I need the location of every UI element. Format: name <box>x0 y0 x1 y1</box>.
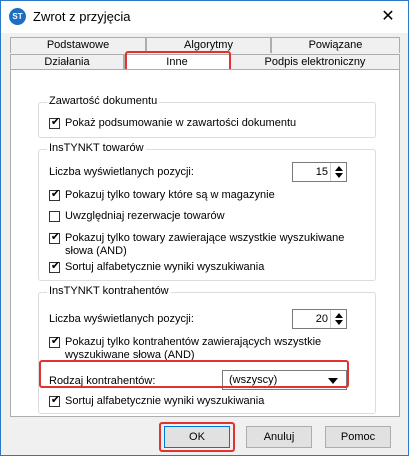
contractor-sort-label: Sortuj alfabetycznie wyniki wyszukiwania <box>65 395 265 407</box>
tab-podpis-elektroniczny[interactable]: Podpis elektroniczny <box>230 54 400 70</box>
group-title: InsTYNKT towarów <box>47 142 146 154</box>
group-document-content: Zawartość dokumentu ✔ Pokaż podsumowanie… <box>38 95 376 138</box>
product-count-spinner[interactable]: 15 <box>292 162 347 182</box>
cancel-button[interactable]: Anuluj <box>246 426 312 448</box>
product-sort-checkbox[interactable]: ✔ <box>49 260 61 273</box>
reservations-label: Uwzględniaj rezerwacje towarów <box>65 210 225 222</box>
show-summary-label: Pokaż podsumowanie w zawartości dokument… <box>65 117 297 129</box>
close-icon[interactable]: ✕ <box>378 7 398 27</box>
contractor-type-value: (wszyscy) <box>229 374 278 386</box>
contractor-type-select[interactable]: (wszyscy) <box>222 370 347 390</box>
tab-panel-inne: Zawartość dokumentu ✔ Pokaż podsumowanie… <box>10 69 400 417</box>
arrow-down-icon[interactable] <box>335 173 343 178</box>
product-count-label: Liczba wyświetlanych pozycji: <box>49 166 194 178</box>
spinner-arrows[interactable] <box>330 310 346 328</box>
ok-button[interactable]: OK <box>164 426 230 448</box>
title-bar: ST Zwrot z przyjęcia ✕ <box>1 1 408 33</box>
tab-row-2: Działania Inne Podpis elektroniczny <box>10 54 400 71</box>
contractor-sort-checkbox[interactable]: ✔ <box>49 394 61 407</box>
arrow-up-icon[interactable] <box>335 166 343 171</box>
group-title: InsTYNKT kontrahentów <box>47 285 171 297</box>
app-logo-icon: ST <box>9 8 26 25</box>
arrow-up-icon[interactable] <box>335 313 343 318</box>
chevron-down-icon[interactable] <box>328 378 338 384</box>
only-in-stock-label: Pokazuj tylko towary które są w magazyni… <box>65 189 275 201</box>
product-count-value: 15 <box>315 166 328 178</box>
reservations-checkbox[interactable] <box>49 211 60 222</box>
spinner-arrows[interactable] <box>330 163 346 181</box>
group-title: Zawartość dokumentu <box>47 95 160 107</box>
check-icon: ✔ <box>50 188 61 200</box>
product-all-words-label-1: Pokazuj tylko towary zawierające wszystk… <box>65 232 345 244</box>
help-button[interactable]: Pomoc <box>325 426 391 448</box>
group-product-search: InsTYNKT towarów Liczba wyświetlanych po… <box>38 142 376 281</box>
tab-podstawowe[interactable]: Podstawowe <box>10 37 146 53</box>
group-contractor-search: InsTYNKT kontrahentów Liczba wyświetlany… <box>38 285 376 414</box>
check-icon: ✔ <box>50 116 61 128</box>
product-all-words-label-2: słowa (AND) <box>65 245 127 257</box>
tab-dzialania[interactable]: Działania <box>10 54 124 70</box>
arrow-down-icon[interactable] <box>335 320 343 325</box>
show-summary-checkbox[interactable]: ✔ <box>49 116 61 129</box>
contractor-count-label: Liczba wyświetlanych pozycji: <box>49 313 194 325</box>
tab-algorytmy[interactable]: Algorytmy <box>146 37 271 53</box>
product-sort-label: Sortuj alfabetycznie wyniki wyszukiwania <box>65 261 265 273</box>
only-in-stock-checkbox[interactable]: ✔ <box>49 188 61 201</box>
contractor-all-words-label-1: Pokazuj tylko kontrahentów zawierających… <box>65 336 322 348</box>
tab-row-1: Podstawowe Algorytmy Powiązane <box>10 37 400 53</box>
contractor-all-words-checkbox[interactable]: ✔ <box>49 335 61 348</box>
window-title: Zwrot z przyjęcia <box>33 9 131 24</box>
check-icon: ✔ <box>50 394 61 406</box>
product-all-words-checkbox[interactable]: ✔ <box>49 231 61 244</box>
check-icon: ✔ <box>50 335 61 347</box>
contractor-count-value: 20 <box>315 313 328 325</box>
tab-powiazane[interactable]: Powiązane <box>271 37 400 53</box>
check-icon: ✔ <box>50 231 61 243</box>
contractor-type-label: Rodzaj kontrahentów: <box>49 375 156 387</box>
contractor-count-spinner[interactable]: 20 <box>292 309 347 329</box>
check-icon: ✔ <box>50 260 61 272</box>
dialog-window: ST Zwrot z przyjęcia ✕ Podstawowe Algory… <box>0 0 409 456</box>
contractor-all-words-label-2: wyszukiwane słowa (AND) <box>65 349 195 361</box>
